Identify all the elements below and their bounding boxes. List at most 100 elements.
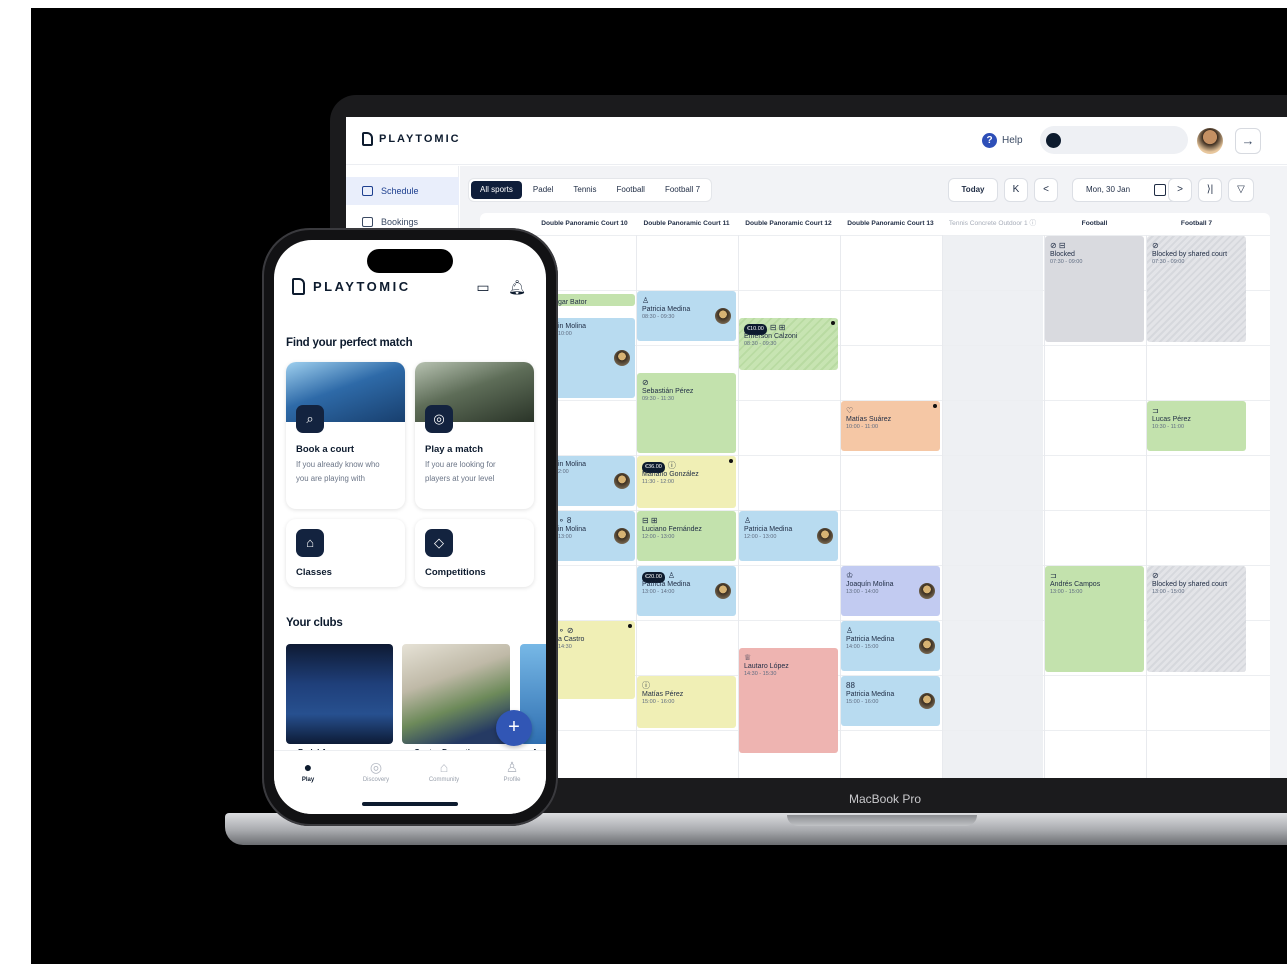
tab-label: Community [428, 777, 460, 783]
dynamic-island [367, 249, 453, 273]
event-time: 13:00 - 15:00 [1050, 589, 1083, 595]
booking-event[interactable]: ♕ Lautaro López 14:30 - 15:30 [739, 648, 838, 753]
schedule-grid: Double Panoramic Court 10 Double Panorami… [480, 213, 1270, 778]
phone-brand: PLAYTOMIC [292, 278, 411, 295]
avatar[interactable] [1197, 128, 1223, 154]
event-name: Matías Suárez [846, 416, 892, 423]
discovery-icon: ◎ [369, 759, 383, 775]
competitions-card[interactable]: ◇ Competitions [415, 519, 534, 587]
ball-icon: ● [303, 759, 313, 775]
event-icons: €10.00 ⊟ ⊞ [744, 323, 833, 335]
sport-tabs: All sports Padel Tennis Football Footbal… [468, 178, 713, 202]
booking-event[interactable]: ⊟ ⊞ Luciano Fernández 12:00 - 13:00 [637, 511, 736, 561]
event-icons: ♙ [642, 296, 731, 306]
booking-event[interactable]: ⊘ Blocked by shared court 13:00 - 15:00 [1147, 566, 1246, 672]
event-name: Blocked [1050, 251, 1075, 258]
sidebar-item-label: Bookings [381, 217, 419, 227]
booking-event[interactable]: €36.00 ⓘ Mariano González 11:30 - 12:00 [637, 456, 736, 508]
event-icons: ⊐ [1152, 406, 1241, 416]
booking-event[interactable]: ⊘ Sebastián Pérez 09:30 - 11:30 [637, 373, 736, 453]
last-page-button[interactable]: ⟩| [1198, 178, 1222, 202]
event-type-icon: ♙ [744, 516, 752, 525]
next-day-button[interactable]: > [1168, 178, 1192, 202]
card-title: Play a match [425, 444, 484, 455]
tab-profile[interactable]: ♙ Profile [482, 759, 542, 783]
event-name: Lucas Pérez [1152, 416, 1191, 423]
brand[interactable]: PLAYTOMIC [362, 132, 461, 146]
column-divider [942, 235, 943, 778]
calendar-icon [1154, 184, 1166, 196]
event-type-icon: ⓘ [667, 461, 676, 470]
help-icon: ? [982, 133, 997, 148]
tab-play[interactable]: ● Play [278, 759, 338, 783]
bell-icon[interactable]: 🔔︎ [508, 278, 526, 296]
event-name: Sebastián Pérez [642, 388, 694, 395]
event-time: 12:00 - 13:00 [642, 534, 675, 540]
card-title: Competitions [425, 567, 486, 578]
booking-event[interactable]: ⊐ Andrés Campos 13:00 - 15:00 [1045, 566, 1144, 672]
first-page-button[interactable]: K [1004, 178, 1028, 202]
tab-football[interactable]: Football [608, 181, 654, 199]
booking-event[interactable]: ♙ Patricia Medina 08:30 - 09:30 [637, 291, 736, 341]
date-value: Mon, 30 Jan [1086, 185, 1131, 194]
event-time: 10:30 - 11:00 [1152, 424, 1185, 430]
booking-event[interactable]: ♙ Patricia Medina 14:00 - 15:00 [841, 621, 940, 671]
card-title: Book a court [296, 444, 355, 455]
avatar [919, 693, 935, 709]
chat-icon[interactable]: ▭ [474, 278, 492, 296]
classes-card[interactable]: ⌂ Classes [286, 519, 405, 587]
event-time: 13:00 - 15:00 [1152, 589, 1185, 595]
tab-padel[interactable]: Padel [524, 181, 562, 199]
club-photo[interactable] [402, 644, 510, 744]
column-header: Double Panoramic Court 12 [745, 220, 832, 227]
tab-tennis[interactable]: Tennis [564, 181, 605, 199]
booking-event[interactable]: ♔ Joaquín Molina 13:00 - 14:00 [841, 566, 940, 616]
event-type-icon: 88 [846, 681, 855, 690]
club-selector[interactable] [1040, 126, 1188, 154]
booking-event[interactable]: ♙ Patricia Medina 12:00 - 13:00 [739, 511, 838, 561]
booking-event[interactable]: ⊘ Blocked by shared court 07:30 - 09:00 [1147, 236, 1246, 342]
filter-button[interactable]: ▽ [1228, 178, 1254, 202]
column-header: Football [1081, 220, 1108, 227]
column-header: Double Panoramic Court 10 [541, 220, 628, 227]
event-time: 11:30 - 12:00 [642, 479, 675, 485]
booking-event[interactable]: ⊐ Lucas Pérez 10:30 - 11:00 [1147, 401, 1246, 451]
book-court-card[interactable]: ⌕ Book a court If you already know who y… [286, 362, 405, 509]
help-button[interactable]: ? Help [982, 133, 1023, 148]
event-name: in Molina [558, 461, 587, 468]
event-icons: ♙ [744, 516, 833, 526]
app-header: PLAYTOMIC ? Help → [346, 117, 1287, 165]
event-time: 08:30 - 09:30 [744, 341, 777, 347]
add-button[interactable]: + [496, 710, 532, 746]
tab-all-sports[interactable]: All sports [471, 181, 522, 199]
today-button[interactable]: Today [948, 178, 998, 202]
booking-event[interactable]: €20.00 ♙ Patricia Medina 13:00 - 14:00 [637, 566, 736, 616]
brand-text: PLAYTOMIC [379, 133, 461, 145]
prev-day-button[interactable]: < [1034, 178, 1058, 202]
laptop-model-label: MacBook Pro [848, 792, 922, 806]
event-time: 07:30 - 09:00 [1152, 259, 1185, 265]
brand-text: PLAYTOMIC [313, 279, 411, 294]
unavailable-court-column [942, 235, 1043, 778]
booking-event[interactable]: ♡ Matías Suárez 10:00 - 11:00 [841, 401, 940, 451]
tab-discovery[interactable]: ◎ Discovery [346, 759, 406, 783]
booking-event[interactable]: 88 Patricia Medina 15:00 - 16:00 [841, 676, 940, 726]
event-type-icon: ♙ [642, 296, 650, 305]
booking-event[interactable]: ⓘ Matías Pérez 15:00 - 16:00 [637, 676, 736, 728]
calendar-icon [362, 186, 373, 196]
event-name: Lautaro López [744, 663, 789, 670]
tab-football-7[interactable]: Football 7 [656, 181, 709, 199]
booking-event[interactable]: ⊘ ⊟ Blocked 07:30 - 09:00 [1045, 236, 1144, 342]
logout-button[interactable]: → [1235, 128, 1261, 154]
event-time: 10:00 - 11:00 [846, 424, 879, 430]
avatar [614, 473, 630, 489]
event-icons: €20.00 ♙ [642, 571, 731, 583]
play-match-card[interactable]: ◎ Play a match If you are looking for pl… [415, 362, 534, 509]
event-name: in Molina [558, 323, 587, 330]
date-picker[interactable]: Mon, 30 Jan [1072, 178, 1177, 202]
club-photo[interactable] [286, 644, 393, 744]
sidebar-item-schedule[interactable]: Schedule [346, 177, 459, 205]
event-icons: ♔ [846, 571, 935, 581]
booking-event[interactable]: €10.00 ⊟ ⊞ Emerson Calzoni 08:30 - 09:30 [739, 318, 838, 370]
tab-community[interactable]: ⌂ Community [414, 759, 474, 783]
